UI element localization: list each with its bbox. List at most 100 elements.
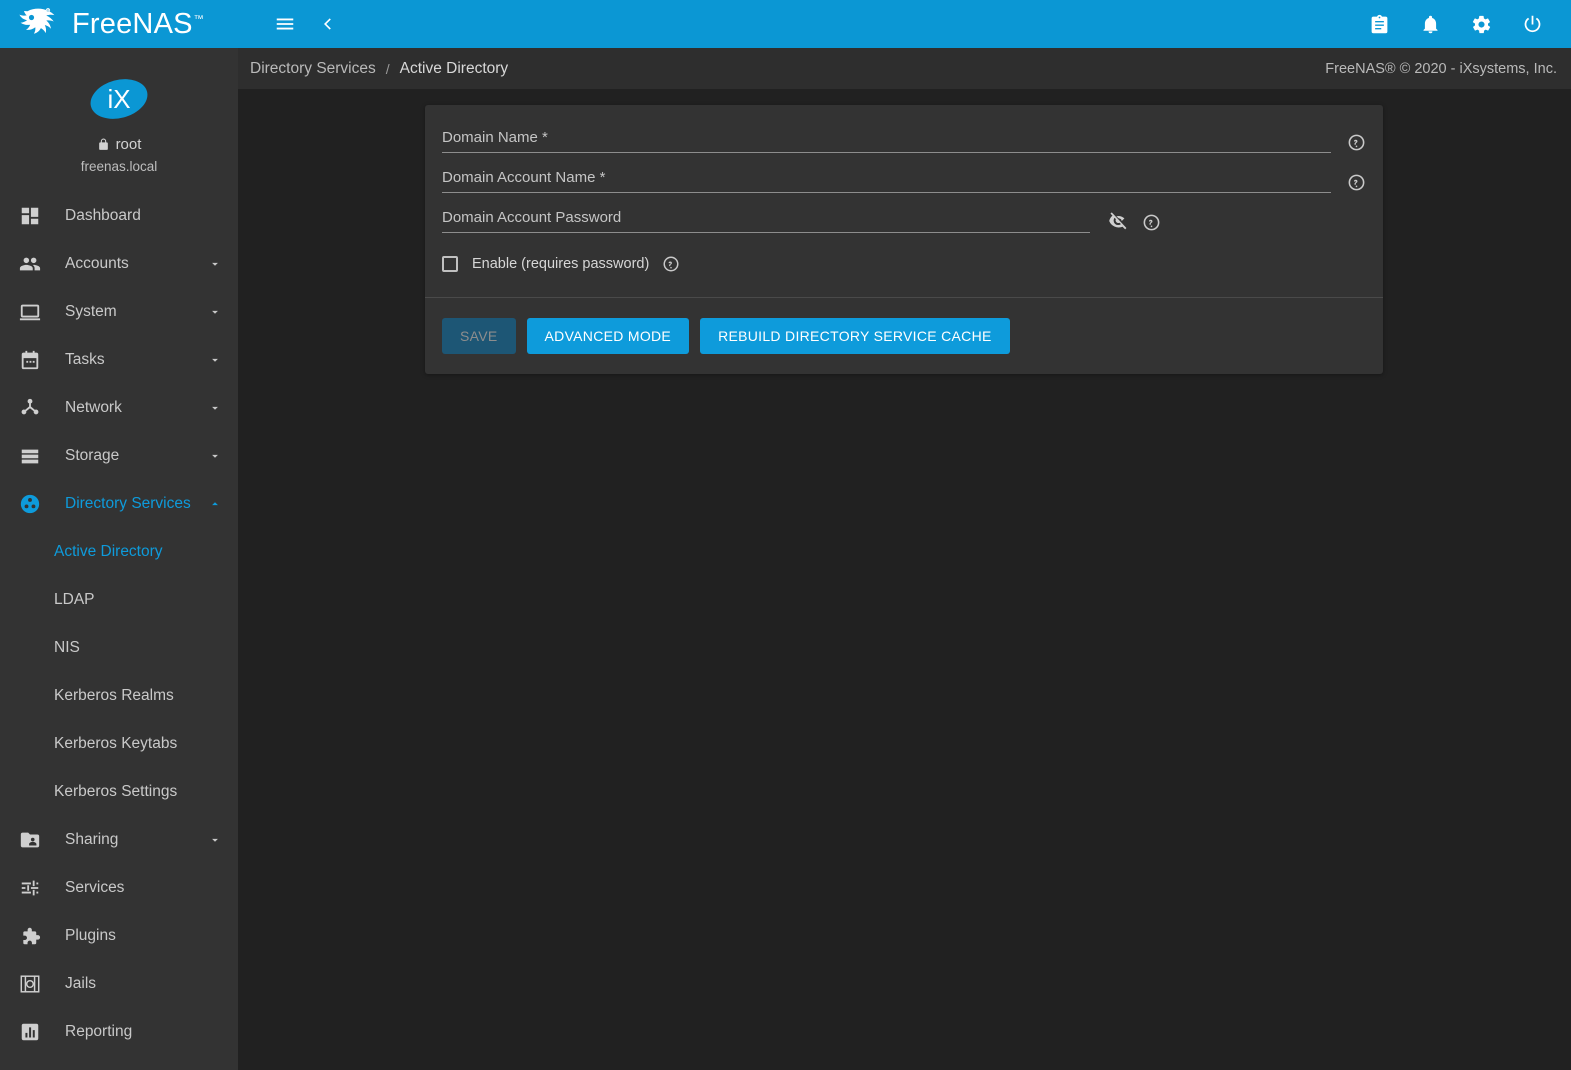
enable-checkbox[interactable] (442, 256, 458, 272)
help-circle-icon[interactable] (1347, 173, 1366, 192)
sidebar-item-services[interactable]: Services (0, 864, 238, 912)
breadcrumb-parent[interactable]: Directory Services (250, 60, 376, 78)
domain-name-input[interactable] (442, 129, 1331, 153)
enable-checkbox-label[interactable]: Enable (requires password) (472, 256, 649, 272)
help-circle-icon[interactable] (1142, 213, 1161, 232)
svg-text:®: ® (47, 8, 50, 13)
sidebar-subitem-kerberos-realms[interactable]: Kerberos Realms (0, 672, 238, 720)
sidebar-item-label: Dashboard (48, 207, 222, 225)
field-domain-account-name (442, 169, 1366, 193)
sidebar-subitem-label: Active Directory (54, 543, 163, 561)
breadcrumb-separator: / (386, 61, 390, 77)
top-app-bar: ® FreeNAS™ (0, 0, 1571, 48)
sharing-folder-icon (12, 829, 48, 851)
user-info-block: iX root freenas.local (0, 48, 238, 192)
power-icon[interactable] (1522, 14, 1543, 35)
svg-text:iX: iX (107, 84, 130, 114)
topbar-right-controls (1369, 14, 1571, 35)
sidebar-subitem-label: Kerberos Keytabs (54, 735, 177, 753)
sidebar-item-jails[interactable]: Jails (0, 960, 238, 1008)
domain-account-name-input[interactable] (442, 169, 1331, 193)
sidebar-subitem-ldap[interactable]: LDAP (0, 576, 238, 624)
sidebar-item-tasks[interactable]: Tasks (0, 336, 238, 384)
sidebar-item-label: System (48, 303, 208, 321)
active-directory-form-card: Enable (requires password) SAVE ADVANCED… (425, 105, 1383, 374)
enable-checkbox-row: Enable (requires password) (442, 255, 1366, 273)
chevron-left-icon[interactable] (318, 14, 338, 34)
sidebar-item-label: Tasks (48, 351, 208, 369)
network-share-icon (12, 397, 48, 419)
plugins-puzzle-icon (12, 925, 48, 947)
eye-off-icon[interactable] (1108, 210, 1130, 232)
freenas-fish-logo: ® (18, 7, 64, 41)
bell-icon[interactable] (1420, 14, 1441, 35)
copyright-label: FreeNAS® © 2020 - iXsystems, Inc. (1325, 61, 1557, 77)
sidebar-item-system[interactable]: System (0, 288, 238, 336)
sidebar-item-reporting[interactable]: Reporting (0, 1008, 238, 1056)
sidebar-item-network[interactable]: Network (0, 384, 238, 432)
rebuild-directory-service-cache-button[interactable]: REBUILD DIRECTORY SERVICE CACHE (700, 318, 1010, 354)
sidebar-subitem-label: Kerberos Settings (54, 783, 177, 801)
sidebar-item-plugins[interactable]: Plugins (0, 912, 238, 960)
help-circle-icon[interactable] (662, 255, 680, 273)
sidebar-item-label: Accounts (48, 255, 208, 273)
hamburger-menu-icon[interactable] (274, 13, 296, 35)
form-actions: SAVE ADVANCED MODE REBUILD DIRECTORY SER… (425, 298, 1383, 374)
gear-icon[interactable] (1471, 14, 1492, 35)
chevron-down-icon[interactable] (208, 401, 222, 415)
sidebar-item-storage[interactable]: Storage (0, 432, 238, 480)
save-button[interactable]: SAVE (442, 318, 516, 354)
advanced-mode-button[interactable]: ADVANCED MODE (527, 318, 690, 354)
sidebar-item-sharing[interactable]: Sharing (0, 816, 238, 864)
jails-icon (12, 973, 48, 995)
help-circle-icon[interactable] (1347, 133, 1366, 152)
reporting-chart-icon (12, 1021, 48, 1043)
sidebar-subitem-label: LDAP (54, 591, 95, 609)
freenas-app-window: ® FreeNAS™ (0, 0, 1571, 1070)
lock-icon (97, 138, 110, 151)
chevron-up-icon[interactable] (208, 497, 222, 511)
username-label: root (116, 136, 142, 153)
sidebar-subitem-nis[interactable]: NIS (0, 624, 238, 672)
accounts-people-icon (12, 253, 48, 275)
ix-avatar: iX (88, 74, 150, 124)
chevron-down-icon[interactable] (208, 833, 222, 847)
sidebar-subitem-kerberos-keytabs[interactable]: Kerberos Keytabs (0, 720, 238, 768)
sidebar-item-label: Services (48, 879, 222, 897)
sidebar-item-directory-services[interactable]: Directory Services (0, 480, 238, 528)
tasks-calendar-icon (12, 349, 48, 371)
sidebar-item-label: Jails (48, 975, 222, 993)
sidebar-item-label: Storage (48, 447, 208, 465)
hostname-label: freenas.local (0, 159, 238, 174)
chevron-down-icon[interactable] (208, 449, 222, 463)
breadcrumb: Directory Services / Active Directory Fr… (238, 48, 1571, 89)
system-laptop-icon (12, 301, 48, 323)
sidebar-subitem-label: NIS (54, 639, 80, 657)
breadcrumb-current[interactable]: Active Directory (400, 60, 509, 78)
trademark-symbol: ™ (194, 14, 204, 25)
username-row: root (0, 136, 238, 153)
storage-icon (12, 445, 48, 467)
sidebar-item-accounts[interactable]: Accounts (0, 240, 238, 288)
directory-services-icon (12, 493, 48, 515)
sidebar-menu-list: Dashboard Accounts System Tasks Network Stora… (0, 192, 238, 1056)
chevron-down-icon[interactable] (208, 257, 222, 271)
chevron-down-icon[interactable] (208, 305, 222, 319)
sidebar-item-label: Directory Services (48, 495, 208, 513)
chevron-down-icon[interactable] (208, 353, 222, 367)
sidebar-subitem-label: Kerberos Realms (54, 687, 174, 705)
topbar-left-controls (238, 13, 338, 35)
sidebar-subitem-active-directory[interactable]: Active Directory (0, 528, 238, 576)
brand-name: FreeNAS™ (72, 10, 204, 39)
sidebar-navigation: iX root freenas.local Dashboard Accounts S… (0, 48, 238, 1070)
sidebar-item-dashboard[interactable]: Dashboard (0, 192, 238, 240)
domain-account-password-input[interactable] (442, 209, 1090, 233)
field-domain-account-password (442, 209, 1366, 233)
sidebar-item-label: Reporting (48, 1023, 222, 1041)
dashboard-icon (12, 205, 48, 227)
field-domain-name (442, 129, 1366, 153)
main-content: Directory Services / Active Directory Fr… (238, 48, 1571, 1070)
services-sliders-icon (12, 877, 48, 899)
clipboard-tasks-icon[interactable] (1369, 14, 1390, 35)
sidebar-subitem-kerberos-settings[interactable]: Kerberos Settings (0, 768, 238, 816)
